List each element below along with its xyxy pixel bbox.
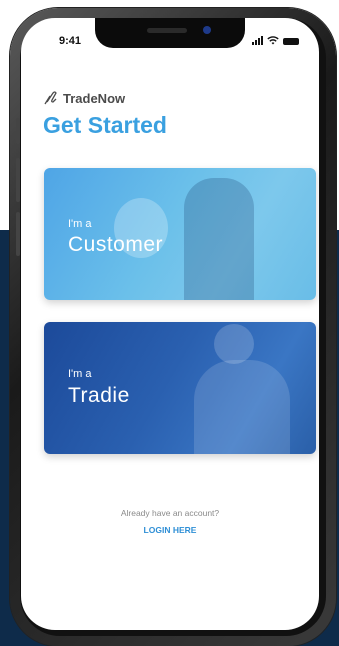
battery-icon [283, 38, 299, 45]
tradie-photo-head [214, 324, 254, 364]
account-prompt: Already have an account? [120, 508, 220, 518]
tradie-card-button[interactable]: I'm a Tradie [44, 322, 316, 454]
notch [95, 18, 245, 48]
front-camera [203, 26, 211, 34]
tradie-photo-person [184, 178, 254, 300]
login-link[interactable]: LOGIN HERE [21, 525, 319, 535]
speaker-grille [147, 28, 187, 33]
app-logo: TradeNow [43, 90, 125, 106]
status-time: 9:41 [59, 35, 82, 47]
customer-card-prelabel: I'm a [68, 218, 92, 230]
tradie-photo-body [194, 360, 290, 454]
app-name: TradeNow [63, 90, 126, 106]
status-icons [252, 35, 299, 45]
page-title: Get Started [43, 112, 167, 138]
app-screen: 9:41 TradeNow Get Started I'm a Customer… [21, 18, 319, 630]
signal-icon [252, 36, 263, 45]
customer-card-label: Customer [68, 233, 164, 256]
customer-card-button[interactable]: I'm a Customer [44, 168, 316, 300]
wifi-icon [267, 36, 279, 45]
tradie-card-label: Tradie [68, 384, 130, 407]
tradenow-logo-icon [44, 91, 57, 105]
tradie-card-prelabel: I'm a [68, 368, 92, 380]
